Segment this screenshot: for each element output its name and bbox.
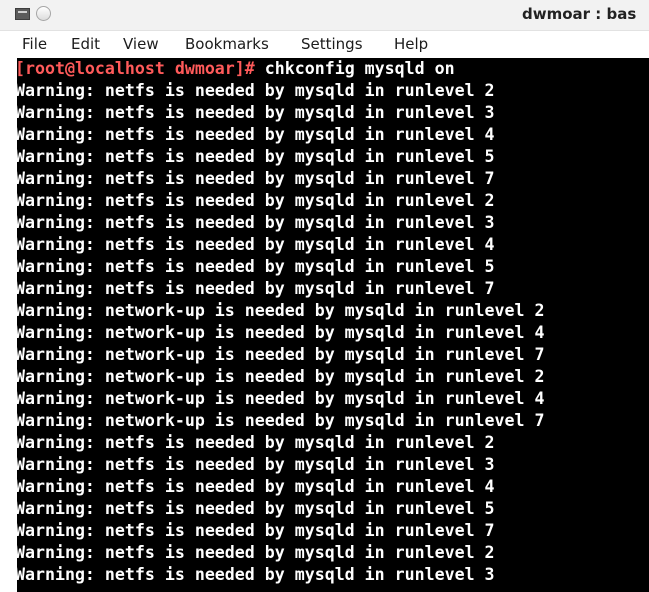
command-text: chkconfig mysqld on bbox=[264, 59, 455, 78]
output-line: Warning: netfs is needed by mysqld in ru… bbox=[17, 125, 495, 144]
output-line: Warning: netfs is needed by mysqld in ru… bbox=[17, 543, 495, 562]
output-line: Warning: netfs is needed by mysqld in ru… bbox=[17, 565, 495, 584]
menu-bar: File Edit View Bookmarks Settings Help bbox=[0, 31, 649, 58]
output-line: Warning: netfs is needed by mysqld in ru… bbox=[17, 103, 495, 122]
menu-settings[interactable]: Settings bbox=[301, 35, 363, 53]
output-line: Warning: netfs is needed by mysqld in ru… bbox=[17, 499, 495, 518]
output-line: Warning: netfs is needed by mysqld in ru… bbox=[17, 433, 495, 452]
output-line: Warning: netfs is needed by mysqld in ru… bbox=[17, 521, 495, 540]
output-line: Warning: network-up is needed by mysqld … bbox=[17, 367, 545, 386]
output-line: Warning: netfs is needed by mysqld in ru… bbox=[17, 477, 495, 496]
output-line: Warning: netfs is needed by mysqld in ru… bbox=[17, 257, 495, 276]
output-line: Warning: network-up is needed by mysqld … bbox=[17, 345, 545, 364]
output-line: Warning: netfs is needed by mysqld in ru… bbox=[17, 147, 495, 166]
menu-file[interactable]: File bbox=[22, 35, 47, 53]
menu-bookmarks[interactable]: Bookmarks bbox=[185, 35, 269, 53]
output-line: Warning: netfs is needed by mysqld in ru… bbox=[17, 279, 495, 298]
command-line: [root@localhost dwmoar]# chkconfig mysql… bbox=[17, 58, 455, 80]
output-line: Warning: netfs is needed by mysqld in ru… bbox=[17, 81, 495, 100]
menu-view[interactable]: View bbox=[123, 35, 159, 53]
output-line: Warning: network-up is needed by mysqld … bbox=[17, 323, 545, 342]
output-line: Warning: netfs is needed by mysqld in ru… bbox=[17, 455, 495, 474]
output-line: Warning: netfs is needed by mysqld in ru… bbox=[17, 213, 495, 232]
output-line: Warning: network-up is needed by mysqld … bbox=[17, 411, 545, 430]
shell-prompt: [root@localhost dwmoar]# bbox=[17, 59, 265, 78]
window-circle-icon[interactable] bbox=[36, 6, 51, 21]
terminal-window-icon[interactable] bbox=[15, 8, 30, 20]
menu-edit[interactable]: Edit bbox=[71, 35, 100, 53]
menu-help[interactable]: Help bbox=[394, 35, 428, 53]
output-line: Warning: netfs is needed by mysqld in ru… bbox=[17, 169, 495, 188]
output-line: Warning: netfs is needed by mysqld in ru… bbox=[17, 191, 495, 210]
output-line: Warning: network-up is needed by mysqld … bbox=[17, 301, 545, 320]
output-line: Warning: netfs is needed by mysqld in ru… bbox=[17, 235, 495, 254]
terminal-window: dwmoar : bas File Edit View Bookmarks Se… bbox=[0, 0, 649, 592]
output-line: Warning: network-up is needed by mysqld … bbox=[17, 389, 545, 408]
window-title: dwmoar : bas bbox=[522, 5, 637, 23]
terminal-output[interactable]: [root@localhost dwmoar]# chkconfig mysql… bbox=[17, 58, 649, 592]
title-bar[interactable]: dwmoar : bas bbox=[0, 0, 649, 31]
